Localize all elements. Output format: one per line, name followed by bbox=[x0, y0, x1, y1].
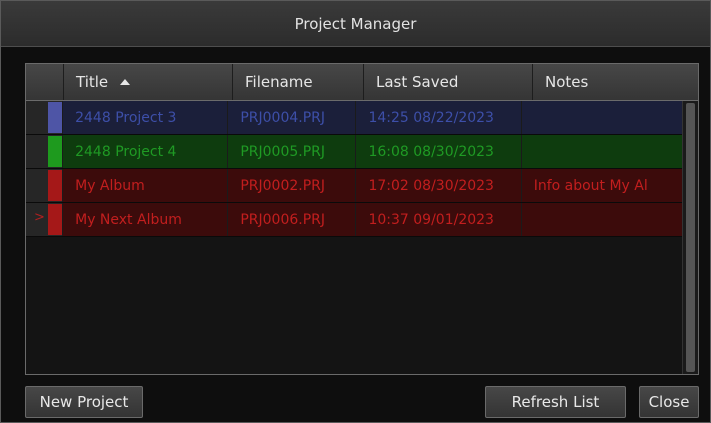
window-title: Project Manager bbox=[294, 14, 417, 33]
column-header-notes-label: Notes bbox=[545, 73, 589, 91]
column-header-title[interactable]: Title bbox=[63, 64, 232, 100]
column-header-last-saved-label: Last Saved bbox=[376, 73, 459, 91]
close-button[interactable]: Close bbox=[639, 386, 699, 418]
column-header-filename[interactable]: Filename bbox=[232, 64, 363, 100]
table-body: 2448 Project 3 PRJ0004.PRJ 14:25 08/22/202… bbox=[26, 101, 683, 237]
cell-title: 2448 Project 3 bbox=[62, 101, 227, 134]
project-color-swatch bbox=[48, 136, 62, 167]
table-row[interactable]: 2448 Project 3 PRJ0004.PRJ 14:25 08/22/202… bbox=[26, 101, 683, 135]
window-title-bar: Project Manager bbox=[1, 1, 710, 47]
project-color-swatch bbox=[48, 170, 62, 201]
cell-title: My Album bbox=[62, 169, 227, 202]
table-row[interactable]: 2448 Project 4 PRJ0005.PRJ 16:08 08/30/202… bbox=[26, 135, 683, 169]
column-header-title-label: Title bbox=[76, 73, 109, 91]
project-table: Title Filename Last Saved Notes 2448 Pro… bbox=[25, 63, 699, 375]
current-project-marker: > bbox=[34, 210, 45, 225]
column-header-filename-label: Filename bbox=[245, 73, 313, 91]
cell-notes bbox=[520, 203, 683, 236]
cell-last-saved: 14:25 08/22/2023 bbox=[355, 101, 520, 134]
column-header-indicator bbox=[26, 64, 63, 100]
column-header-last-saved[interactable]: Last Saved bbox=[363, 64, 532, 100]
row-indicator: > bbox=[26, 203, 63, 236]
cell-notes: Info about My Al bbox=[520, 169, 683, 202]
column-header-notes[interactable]: Notes bbox=[532, 64, 698, 100]
row-indicator bbox=[26, 101, 63, 134]
vertical-scrollbar[interactable] bbox=[682, 101, 698, 374]
table-row[interactable]: > My Next Album PRJ0006.PRJ 10:37 09/01/202… bbox=[26, 203, 683, 237]
cell-filename: PRJ0005.PRJ bbox=[227, 135, 355, 168]
cell-last-saved: 10:37 09/01/2023 bbox=[355, 203, 520, 236]
sort-ascending-icon bbox=[120, 79, 131, 85]
cell-last-saved: 16:08 08/30/2023 bbox=[355, 135, 520, 168]
project-color-swatch bbox=[48, 102, 62, 133]
cell-title: My Next Album bbox=[62, 203, 227, 236]
cell-title: 2448 Project 4 bbox=[62, 135, 227, 168]
cell-filename: PRJ0004.PRJ bbox=[227, 101, 355, 134]
table-row[interactable]: My Album PRJ0002.PRJ 17:02 08/30/2023 Info … bbox=[26, 169, 683, 203]
new-project-button[interactable]: New Project bbox=[25, 386, 143, 418]
row-indicator bbox=[26, 135, 63, 168]
cell-notes bbox=[520, 135, 683, 168]
cell-filename: PRJ0006.PRJ bbox=[227, 203, 355, 236]
scrollbar-thumb[interactable] bbox=[686, 103, 695, 372]
row-indicator bbox=[26, 169, 63, 202]
table-header: Title Filename Last Saved Notes bbox=[26, 64, 698, 101]
cell-last-saved: 17:02 08/30/2023 bbox=[355, 169, 520, 202]
cell-filename: PRJ0002.PRJ bbox=[227, 169, 355, 202]
refresh-list-button[interactable]: Refresh List bbox=[485, 386, 626, 418]
cell-notes bbox=[520, 101, 683, 134]
project-color-swatch bbox=[48, 204, 62, 235]
project-manager-window: Project Manager Title Filename Last Save… bbox=[0, 0, 711, 423]
